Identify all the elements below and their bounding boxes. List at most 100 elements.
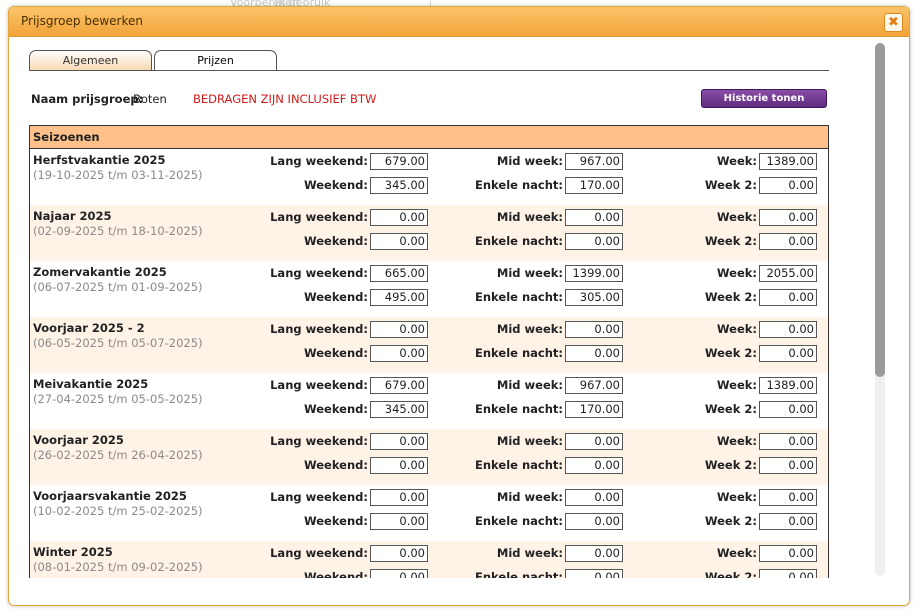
- season-row: Najaar 2025 (02-09-2025 t/m 18-10-2025) La…: [30, 205, 828, 261]
- mid-week-price-input[interactable]: 967.00: [565, 153, 623, 170]
- week2-price-input[interactable]: 0.00: [759, 289, 817, 306]
- lang-weekend-label: Lang weekend:: [270, 378, 368, 392]
- enkele-nacht-label: Enkele nacht:: [475, 402, 563, 416]
- close-icon[interactable]: ✖: [884, 13, 903, 32]
- week-price-input[interactable]: 1389.00: [759, 377, 817, 394]
- mid-week-label: Mid week:: [496, 490, 563, 504]
- enkele-nacht-price-input[interactable]: 0.00: [565, 457, 623, 474]
- week-price-input[interactable]: 0.00: [759, 209, 817, 226]
- lang-weekend-price-input[interactable]: 0.00: [370, 489, 428, 506]
- mid-week-price-input[interactable]: 0.00: [565, 209, 623, 226]
- season-dates: (06-05-2025 t/m 05-07-2025): [33, 336, 203, 350]
- lang-weekend-price-input[interactable]: 0.00: [370, 545, 428, 562]
- weekend-label: Weekend:: [303, 458, 368, 472]
- mid-week-label: Mid week:: [496, 154, 563, 168]
- season-dates: (10-02-2025 t/m 25-02-2025): [33, 504, 203, 518]
- tab-prijzen[interactable]: Prijzen: [154, 50, 277, 71]
- weekend-price-input[interactable]: 345.00: [370, 177, 428, 194]
- dialog-title: Prijsgroep bewerken: [21, 14, 143, 28]
- week2-label: Week 2:: [704, 570, 757, 578]
- week-label: Week:: [716, 210, 757, 224]
- tab-divider: [29, 70, 829, 71]
- season-row: Zomervakantie 2025 (06-07-2025 t/m 01-09-…: [30, 261, 828, 317]
- mid-week-label: Mid week:: [496, 378, 563, 392]
- enkele-nacht-price-input[interactable]: 170.00: [565, 401, 623, 418]
- week-price-input[interactable]: 0.00: [759, 489, 817, 506]
- mid-week-price-input[interactable]: 0.00: [565, 321, 623, 338]
- enkele-nacht-price-input[interactable]: 170.00: [565, 177, 623, 194]
- season-name: Voorjaar 2025: [33, 433, 124, 447]
- enkele-nacht-price-input[interactable]: 0.00: [565, 569, 623, 578]
- weekend-price-input[interactable]: 0.00: [370, 233, 428, 250]
- week2-price-input[interactable]: 0.00: [759, 177, 817, 194]
- week-price-input[interactable]: 1389.00: [759, 153, 817, 170]
- enkele-nacht-price-input[interactable]: 0.00: [565, 345, 623, 362]
- weekend-price-input[interactable]: 0.00: [370, 569, 428, 578]
- week2-price-input[interactable]: 0.00: [759, 569, 817, 578]
- week2-label: Week 2:: [704, 514, 757, 528]
- mid-week-label: Mid week:: [496, 210, 563, 224]
- weekend-label: Weekend:: [303, 346, 368, 360]
- mid-week-price-input[interactable]: 967.00: [565, 377, 623, 394]
- vat-notice: BEDRAGEN ZIJN INCLUSIEF BTW: [193, 92, 377, 106]
- week-label: Week:: [716, 266, 757, 280]
- mid-week-price-input[interactable]: 1399.00: [565, 265, 623, 282]
- week2-price-input[interactable]: 0.00: [759, 457, 817, 474]
- week2-price-input[interactable]: 0.00: [759, 345, 817, 362]
- lang-weekend-label: Lang weekend:: [270, 322, 368, 336]
- week-label: Week:: [716, 434, 757, 448]
- tab-algemeen[interactable]: Algemeen: [29, 50, 152, 71]
- season-name: Voorjaar 2025 - 2: [33, 321, 145, 335]
- seasons-table: Seizoenen Herfstvakantie 2025 (19-10-2025…: [29, 125, 829, 578]
- scrollbar-thumb[interactable]: [875, 43, 885, 377]
- weekend-price-input[interactable]: 0.00: [370, 457, 428, 474]
- week-price-input[interactable]: 0.00: [759, 545, 817, 562]
- enkele-nacht-price-input[interactable]: 0.00: [565, 513, 623, 530]
- week-price-input[interactable]: 2055.00: [759, 265, 817, 282]
- weekend-label: Weekend:: [303, 514, 368, 528]
- week2-price-input[interactable]: 0.00: [759, 513, 817, 530]
- lang-weekend-price-input[interactable]: 679.00: [370, 153, 428, 170]
- mid-week-label: Mid week:: [496, 546, 563, 560]
- weekend-label: Weekend:: [303, 570, 368, 578]
- weekend-label: Weekend:: [303, 290, 368, 304]
- enkele-nacht-label: Enkele nacht:: [475, 346, 563, 360]
- mid-week-price-input[interactable]: 0.00: [565, 545, 623, 562]
- dialog-titlebar[interactable]: Prijsgroep bewerken ✖: [9, 7, 909, 37]
- mid-week-price-input[interactable]: 0.00: [565, 489, 623, 506]
- weekend-price-input[interactable]: 495.00: [370, 289, 428, 306]
- lang-weekend-price-input[interactable]: 0.00: [370, 433, 428, 450]
- season-row: Voorjaarsvakantie 2025 (10-02-2025 t/m 25…: [30, 485, 828, 541]
- week2-price-input[interactable]: 0.00: [759, 401, 817, 418]
- show-history-button[interactable]: Historie tonen: [701, 89, 827, 108]
- lang-weekend-label: Lang weekend:: [270, 546, 368, 560]
- weekend-price-input[interactable]: 0.00: [370, 513, 428, 530]
- enkele-nacht-price-input[interactable]: 305.00: [565, 289, 623, 306]
- weekend-price-input[interactable]: 345.00: [370, 401, 428, 418]
- lang-weekend-price-input[interactable]: 665.00: [370, 265, 428, 282]
- season-row: Meivakantie 2025 (27-04-2025 t/m 05-05-20…: [30, 373, 828, 429]
- enkele-nacht-label: Enkele nacht:: [475, 458, 563, 472]
- week2-price-input[interactable]: 0.00: [759, 233, 817, 250]
- season-name: Najaar 2025: [33, 209, 112, 223]
- weekend-label: Weekend:: [303, 402, 368, 416]
- lang-weekend-label: Lang weekend:: [270, 210, 368, 224]
- enkele-nacht-price-input[interactable]: 0.00: [565, 233, 623, 250]
- season-name: Herfstvakantie 2025: [33, 153, 166, 167]
- enkele-nacht-label: Enkele nacht:: [475, 178, 563, 192]
- mid-week-label: Mid week:: [496, 322, 563, 336]
- week-label: Week:: [716, 154, 757, 168]
- weekend-price-input[interactable]: 0.00: [370, 345, 428, 362]
- week-price-input[interactable]: 0.00: [759, 321, 817, 338]
- dialog-content: Algemeen Prijzen Naam prijsgroep: Boten …: [9, 37, 869, 578]
- week2-label: Week 2:: [704, 178, 757, 192]
- mid-week-price-input[interactable]: 0.00: [565, 433, 623, 450]
- week-price-input[interactable]: 0.00: [759, 433, 817, 450]
- enkele-nacht-label: Enkele nacht:: [475, 514, 563, 528]
- lang-weekend-price-input[interactable]: 679.00: [370, 377, 428, 394]
- lang-weekend-price-input[interactable]: 0.00: [370, 321, 428, 338]
- lang-weekend-price-input[interactable]: 0.00: [370, 209, 428, 226]
- weekend-label: Weekend:: [303, 234, 368, 248]
- lang-weekend-label: Lang weekend:: [270, 154, 368, 168]
- season-name: Zomervakantie 2025: [33, 265, 167, 279]
